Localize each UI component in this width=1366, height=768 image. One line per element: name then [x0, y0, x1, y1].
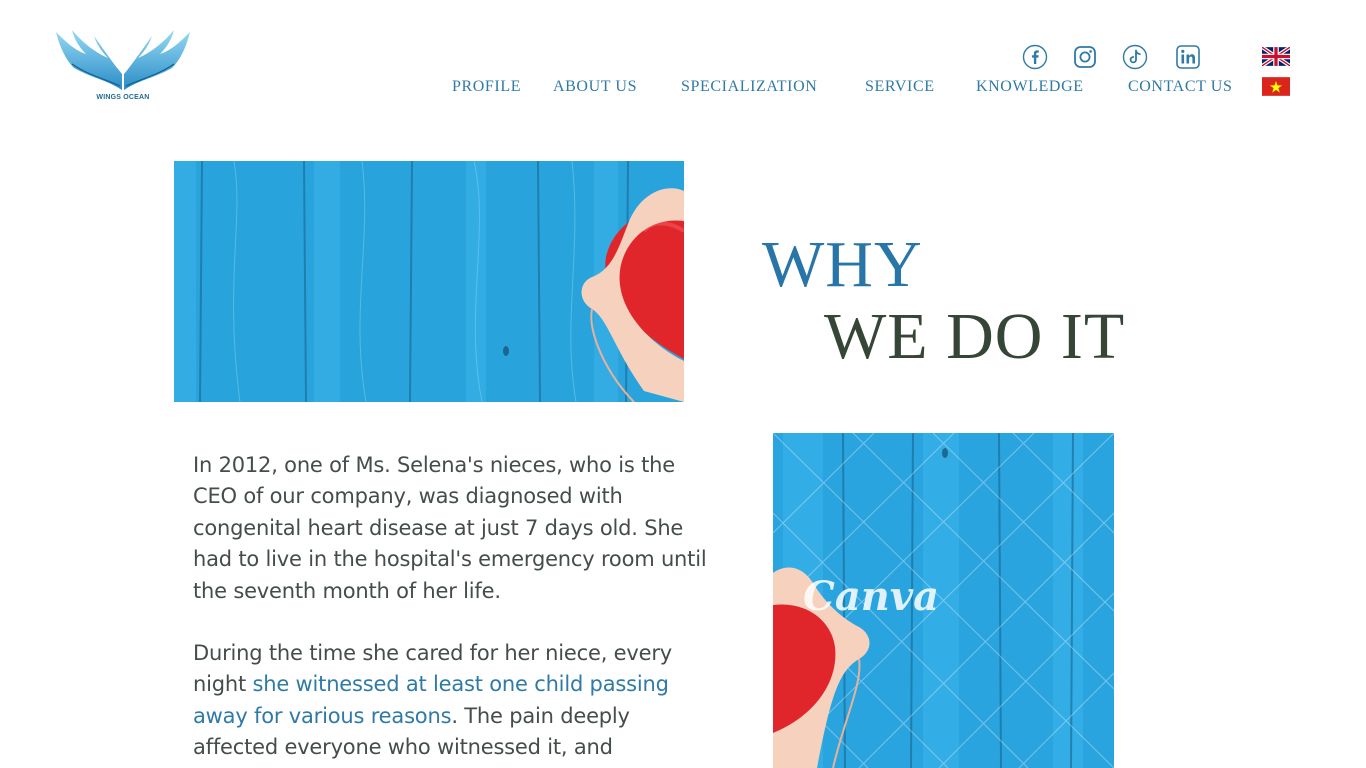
language-english[interactable] — [1260, 45, 1292, 68]
vietnam-flag-icon — [1262, 77, 1290, 96]
instagram-icon — [1074, 46, 1096, 68]
linkedin-icon — [1176, 45, 1200, 69]
heading-why: WHY — [762, 228, 923, 301]
facebook-link[interactable] — [1022, 44, 1048, 70]
nav-about-us[interactable]: ABOUT US — [553, 78, 637, 96]
hero-image — [174, 161, 684, 402]
story-paragraph-1: In 2012, one of Ms. Selena's nieces, who… — [193, 453, 707, 603]
logo-text: WINGS OCEAN — [96, 94, 150, 101]
wings-logo-icon — [56, 30, 190, 90]
nav-knowledge[interactable]: KNOWLEDGE — [976, 78, 1084, 96]
instagram-link[interactable] — [1072, 44, 1098, 70]
heart-hand-photo — [174, 161, 684, 402]
facebook-icon — [1022, 44, 1048, 70]
heading-we-do-it: WE DO IT — [824, 300, 1126, 373]
uk-flag-icon — [1260, 45, 1292, 68]
linkedin-link[interactable] — [1175, 44, 1201, 70]
logo[interactable]: WINGS OCEAN — [52, 28, 194, 106]
tiktok-icon — [1122, 44, 1148, 70]
nav-service[interactable]: SERVICE — [865, 78, 935, 96]
tiktok-link[interactable] — [1122, 44, 1148, 70]
side-image: Canva — [773, 433, 1114, 768]
nav-specialization[interactable]: SPECIALIZATION — [681, 78, 817, 96]
story-paragraph-2: During the time she cared for her niece,… — [193, 638, 713, 764]
canva-watermark: Canva — [803, 573, 939, 620]
language-vietnamese[interactable] — [1262, 77, 1290, 96]
nav-profile[interactable]: PROFILE — [452, 78, 521, 96]
nav-contact-us[interactable]: CONTACT US — [1128, 78, 1232, 96]
